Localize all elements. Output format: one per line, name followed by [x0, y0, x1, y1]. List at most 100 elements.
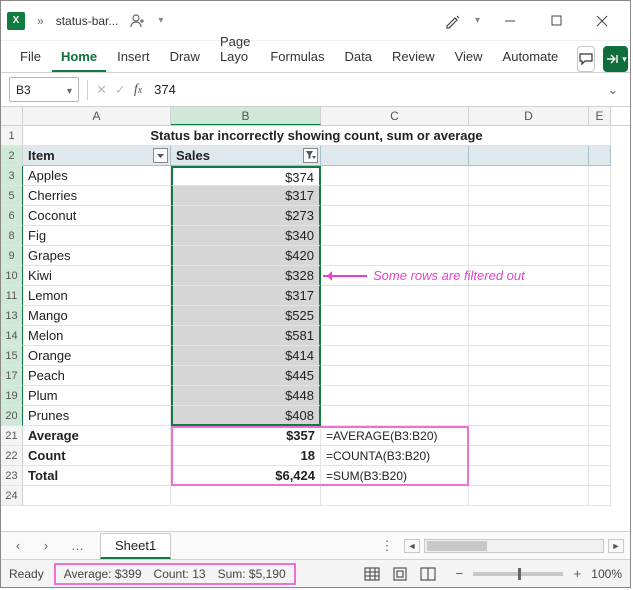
- cell[interactable]: [321, 166, 469, 186]
- scroll-thumb[interactable]: [427, 541, 487, 551]
- summary-label-cell[interactable]: Average: [23, 426, 171, 446]
- item-cell[interactable]: Mango: [23, 306, 171, 326]
- cell[interactable]: [589, 186, 611, 206]
- sheet-nav-prev[interactable]: ‹: [7, 535, 29, 557]
- cell[interactable]: [469, 246, 589, 266]
- tab-data[interactable]: Data: [336, 43, 381, 72]
- summary-label-cell[interactable]: Total: [23, 466, 171, 486]
- share-button[interactable]: ▾: [603, 46, 628, 72]
- minimize-button[interactable]: [488, 6, 532, 36]
- name-box-dropdown-icon[interactable]: [67, 83, 72, 97]
- cell[interactable]: [321, 286, 469, 306]
- cell[interactable]: [469, 406, 589, 426]
- item-cell[interactable]: Plum: [23, 386, 171, 406]
- summary-formula-cell[interactable]: =SUM(B3:B20): [321, 466, 469, 486]
- grid-body[interactable]: 1 Status bar incorrectly showing count, …: [1, 126, 630, 531]
- sales-cell[interactable]: $525: [171, 306, 321, 326]
- cell[interactable]: [321, 326, 469, 346]
- sales-cell[interactable]: $581: [171, 326, 321, 346]
- tab-page-layout[interactable]: Page Layo: [211, 28, 259, 72]
- cell[interactable]: [469, 366, 589, 386]
- header-item-cell[interactable]: Item: [23, 146, 171, 166]
- col-header-b[interactable]: B: [171, 107, 321, 125]
- row-header[interactable]: 3: [1, 166, 23, 186]
- sheet-more[interactable]: …: [63, 538, 94, 553]
- row-header[interactable]: 19: [1, 386, 23, 406]
- row-header[interactable]: 10: [1, 266, 23, 286]
- cell[interactable]: [589, 466, 611, 486]
- summary-formula-cell[interactable]: =COUNTA(B3:B20): [321, 446, 469, 466]
- cell[interactable]: [589, 426, 611, 446]
- row-header[interactable]: 14: [1, 326, 23, 346]
- cell[interactable]: [589, 246, 611, 266]
- row-header[interactable]: 1: [1, 126, 23, 146]
- cell[interactable]: [321, 386, 469, 406]
- cell[interactable]: [469, 486, 589, 506]
- cell[interactable]: [469, 306, 589, 326]
- item-cell[interactable]: Apples: [23, 166, 171, 186]
- cell[interactable]: [469, 286, 589, 306]
- summary-label-cell[interactable]: Count: [23, 446, 171, 466]
- cell[interactable]: [469, 426, 589, 446]
- sales-cell[interactable]: $420: [171, 246, 321, 266]
- tab-insert[interactable]: Insert: [108, 43, 159, 72]
- cell[interactable]: [321, 146, 469, 166]
- sheet-title-cell[interactable]: Status bar incorrectly showing count, su…: [23, 126, 611, 146]
- cell[interactable]: [321, 346, 469, 366]
- title-dropdown-icon[interactable]: ▾: [158, 15, 163, 26]
- tab-options-icon[interactable]: ⋮: [376, 535, 398, 557]
- tab-view[interactable]: View: [446, 43, 492, 72]
- maximize-button[interactable]: [534, 6, 578, 36]
- pen-tools-icon[interactable]: [439, 7, 467, 35]
- cell[interactable]: [321, 306, 469, 326]
- item-cell[interactable]: Grapes: [23, 246, 171, 266]
- sheet-tab[interactable]: Sheet1: [100, 533, 171, 559]
- cell[interactable]: [469, 186, 589, 206]
- row-header[interactable]: 24: [1, 486, 23, 506]
- col-header-a[interactable]: A: [23, 107, 171, 125]
- expand-formula-bar-icon[interactable]: ⌄: [604, 82, 622, 98]
- header-sales-cell[interactable]: Sales: [171, 146, 321, 166]
- row-header[interactable]: 9: [1, 246, 23, 266]
- cell[interactable]: [469, 226, 589, 246]
- sales-cell[interactable]: $414: [171, 346, 321, 366]
- row-header[interactable]: 21: [1, 426, 23, 446]
- tab-draw[interactable]: Draw: [161, 43, 209, 72]
- user-presence-icon[interactable]: [126, 9, 150, 33]
- filter-button-item[interactable]: [153, 148, 168, 163]
- sales-cell[interactable]: $273: [171, 206, 321, 226]
- page-break-view-button[interactable]: [415, 564, 441, 584]
- name-box[interactable]: B3: [9, 77, 79, 102]
- sales-cell[interactable]: $317: [171, 186, 321, 206]
- cell[interactable]: [589, 166, 611, 186]
- cell[interactable]: [469, 206, 589, 226]
- cell[interactable]: [469, 146, 589, 166]
- item-cell[interactable]: Orange: [23, 346, 171, 366]
- item-cell[interactable]: Coconut: [23, 206, 171, 226]
- summary-value-cell[interactable]: $357: [171, 426, 321, 446]
- formula-input[interactable]: [150, 77, 596, 102]
- item-cell[interactable]: Melon: [23, 326, 171, 346]
- cell[interactable]: [23, 486, 171, 506]
- cell[interactable]: [321, 406, 469, 426]
- cell[interactable]: [321, 186, 469, 206]
- col-header-e[interactable]: E: [589, 107, 611, 125]
- scroll-track[interactable]: [424, 539, 604, 553]
- summary-value-cell[interactable]: $6,424: [171, 466, 321, 486]
- item-cell[interactable]: Fig: [23, 226, 171, 246]
- zoom-slider[interactable]: [473, 572, 563, 576]
- summary-value-cell[interactable]: 18: [171, 446, 321, 466]
- cell[interactable]: [469, 386, 589, 406]
- cell[interactable]: [589, 386, 611, 406]
- tab-automate[interactable]: Automate: [494, 43, 568, 72]
- cell[interactable]: [469, 166, 589, 186]
- cell[interactable]: [589, 486, 611, 506]
- normal-view-button[interactable]: [359, 564, 385, 584]
- cell[interactable]: [589, 446, 611, 466]
- col-header-c[interactable]: C: [321, 107, 469, 125]
- row-header[interactable]: 15: [1, 346, 23, 366]
- qat-chevron-icon[interactable]: »: [33, 14, 48, 28]
- cell[interactable]: [321, 246, 469, 266]
- row-header[interactable]: 5: [1, 186, 23, 206]
- sales-cell[interactable]: $445: [171, 366, 321, 386]
